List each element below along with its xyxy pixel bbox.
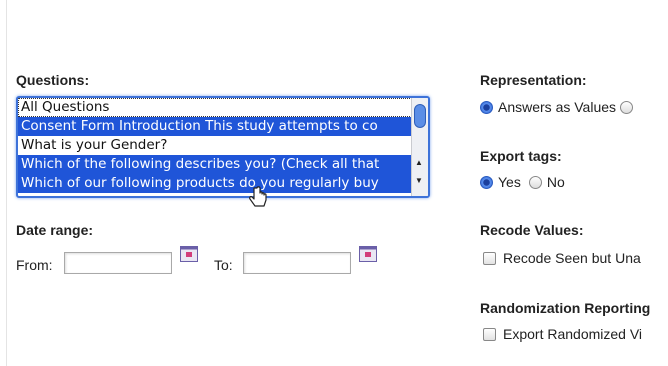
export-tags-no-radio[interactable] [528, 175, 542, 189]
from-date-input[interactable] [64, 252, 172, 274]
recode-seen-checkbox[interactable] [483, 251, 496, 265]
scroll-down-arrow-icon[interactable]: ▼ [415, 176, 423, 186]
export-randomized-option[interactable]: Export Randomized Vi [483, 326, 642, 342]
recode-seen-option[interactable]: Recode Seen but Una [483, 250, 641, 266]
answers-as-values-label: Answers as Values [498, 99, 617, 115]
question-option-gender[interactable]: What is your Gender? [18, 136, 412, 155]
scroll-up-arrow-icon[interactable]: ▲ [415, 158, 423, 168]
export-tags-options: Yes No [480, 174, 565, 190]
export-tags-no-label: No [546, 174, 565, 190]
radio-next-option-icon[interactable] [620, 100, 634, 114]
recode-seen-label: Recode Seen but Una [503, 250, 641, 266]
radio-selected-icon[interactable] [480, 100, 493, 114]
scrollbar-thumb[interactable] [414, 104, 426, 128]
export-randomized-checkbox[interactable] [483, 327, 496, 341]
questions-label: Questions: [16, 72, 90, 88]
question-option-consent[interactable]: Consent Form Introduction This study att… [18, 117, 412, 136]
question-option-products[interactable]: Which of our following products do you r… [18, 174, 412, 193]
export-tags-yes-label: Yes [498, 174, 521, 190]
to-calendar-icon[interactable] [359, 246, 377, 262]
from-label: From: [16, 257, 53, 273]
left-divider [6, 0, 7, 366]
representation-label: Representation: [480, 72, 587, 88]
questions-listbox[interactable]: All Questions Consent Form Introduction … [16, 96, 430, 198]
date-range-label: Date range: [16, 222, 94, 238]
to-date-input[interactable] [243, 252, 351, 274]
randomization-reporting-label: Randomization Reporting [480, 300, 651, 316]
export-randomized-label: Export Randomized Vi [503, 326, 643, 342]
recode-values-label: Recode Values: [480, 222, 584, 238]
question-option-all[interactable]: All Questions [18, 98, 412, 117]
to-label: To: [214, 257, 233, 273]
hand-cursor-icon [249, 186, 267, 207]
from-calendar-icon[interactable] [180, 246, 198, 262]
export-tags-label: Export tags: [480, 148, 562, 164]
export-tags-yes-radio[interactable] [480, 175, 493, 189]
questions-scrollbar[interactable]: ▲ ▼ [411, 98, 428, 196]
representation-values-radio[interactable]: Answers as Values [480, 99, 638, 115]
question-option-describes[interactable]: Which of the following describes you? (C… [18, 155, 412, 174]
